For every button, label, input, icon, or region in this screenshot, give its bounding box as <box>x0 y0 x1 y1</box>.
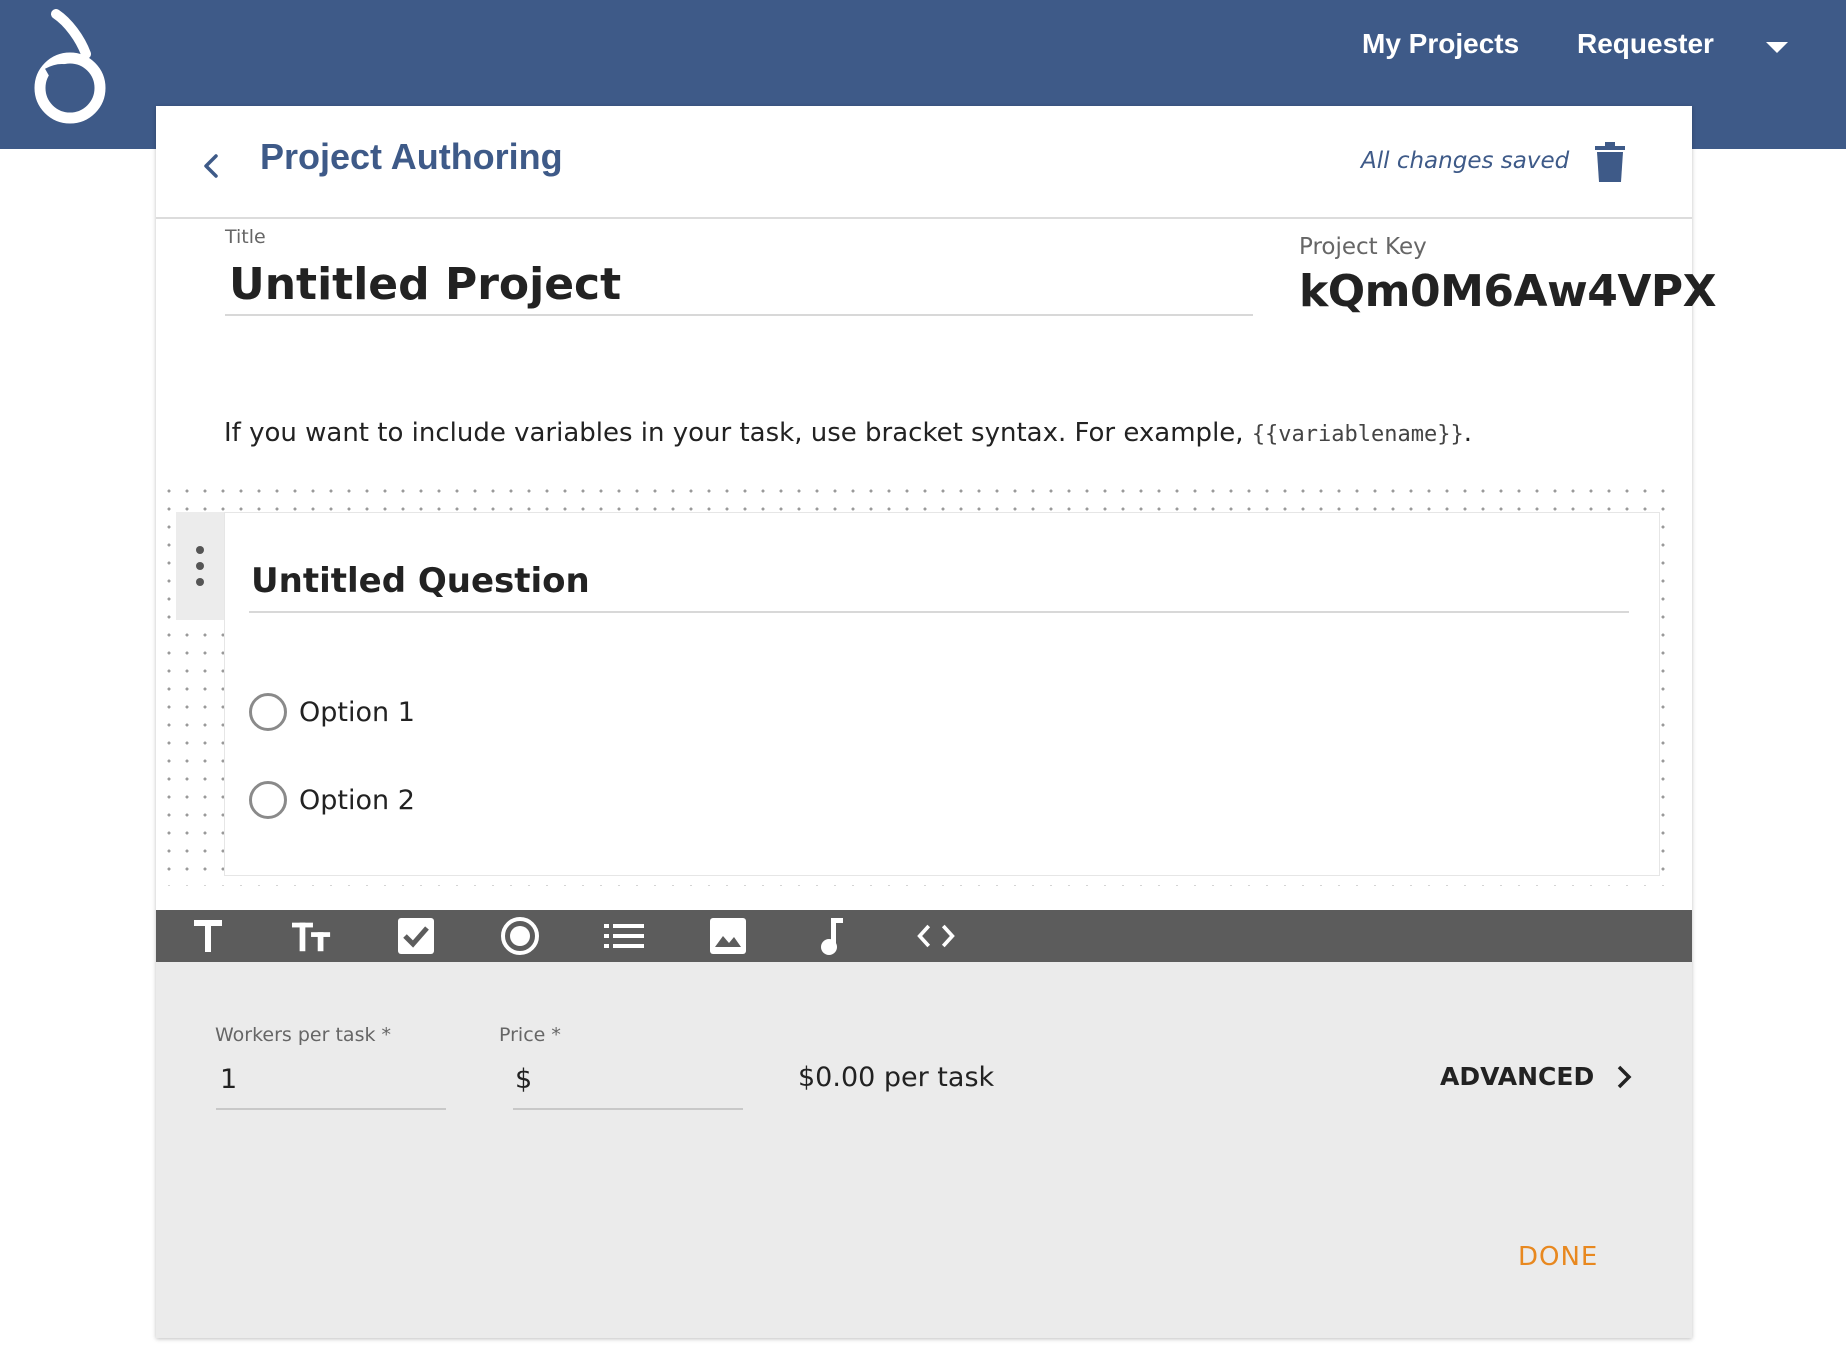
nav-my-projects-link[interactable]: My Projects <box>1362 28 1519 60</box>
price-input[interactable]: $ <box>513 1060 743 1110</box>
list-icon[interactable] <box>604 916 644 956</box>
option-label[interactable]: Option 1 <box>299 697 415 728</box>
radio-button-icon[interactable] <box>249 781 287 819</box>
hint-code-example: {{variablename}} <box>1251 422 1464 447</box>
task-settings-panel: Workers per task * 1 Price * $ $0.00 per… <box>156 962 1692 1338</box>
code-icon[interactable] <box>916 916 956 956</box>
text-icon[interactable] <box>188 916 228 956</box>
app-logo[interactable] <box>28 8 114 124</box>
project-title-input[interactable] <box>225 254 1253 316</box>
nav-requester-menu[interactable]: Requester <box>1577 28 1714 60</box>
component-toolbar <box>156 910 1692 962</box>
radio-option[interactable]: Option 1 <box>249 693 415 731</box>
back-arrow-icon[interactable] <box>194 148 230 184</box>
variable-hint-text: If you want to include variables in your… <box>224 418 1472 448</box>
price-label: Price * <box>499 1024 561 1046</box>
radio-button-icon[interactable] <box>249 693 287 731</box>
workers-per-task-input[interactable]: 1 <box>216 1060 446 1110</box>
trash-icon[interactable] <box>1595 142 1625 182</box>
advanced-label[interactable]: ADVANCED <box>1440 1062 1594 1091</box>
save-status-text: All changes saved <box>1361 148 1570 174</box>
checkbox-icon[interactable] <box>396 916 436 956</box>
done-button[interactable]: DONE <box>1518 1242 1598 1272</box>
question-title-input[interactable]: Untitled Question <box>249 553 1629 613</box>
card-header: Project Authoring All changes saved <box>156 106 1692 219</box>
project-key-value: kQm0M6Aw4VPX <box>1299 266 1717 317</box>
audio-note-icon[interactable] <box>812 916 852 956</box>
advanced-settings-button[interactable]: ADVANCED <box>1440 1062 1634 1091</box>
question-block: Untitled Question Option 1 Option 2 <box>224 512 1660 876</box>
drag-handle-icon[interactable] <box>176 512 224 620</box>
project-key-label: Project Key <box>1299 234 1427 260</box>
chevron-right-icon[interactable] <box>1614 1064 1634 1090</box>
radio-option[interactable]: Option 2 <box>249 781 415 819</box>
title-label: Title <box>225 226 266 248</box>
heading-text-icon[interactable] <box>292 916 332 956</box>
workers-per-task-label: Workers per task * <box>215 1024 392 1046</box>
image-icon[interactable] <box>708 916 748 956</box>
option-label[interactable]: Option 2 <box>299 785 415 816</box>
page-title: Project Authoring <box>260 136 563 177</box>
project-authoring-card: Project Authoring All changes saved Titl… <box>156 106 1717 1338</box>
hint-text-end: . <box>1463 418 1472 448</box>
chevron-down-icon[interactable] <box>1766 42 1788 53</box>
cost-per-task-text: $0.00 per task <box>798 1062 995 1093</box>
hint-text: If you want to include variables in your… <box>224 418 1252 448</box>
radio-button-icon[interactable] <box>500 916 540 956</box>
